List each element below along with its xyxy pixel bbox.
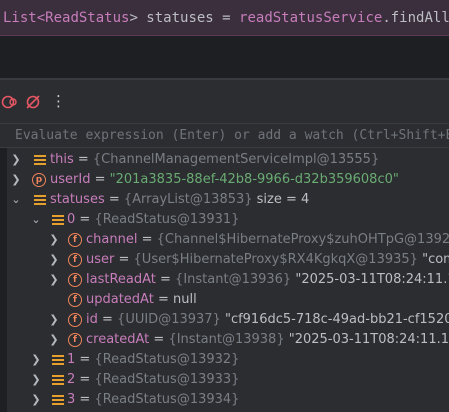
- variable-row-user[interactable]: ❯ f user = {User$HibernateProxy$RX4KgkqX…: [0, 250, 449, 270]
- editor-empty-area: [0, 36, 449, 78]
- variable-row-3[interactable]: ❯ 3 = {ReadStatus@13934}: [0, 390, 449, 410]
- variable-text: 3 = {ReadStatus@13934}: [67, 392, 240, 407]
- parameter-icon: p: [32, 173, 46, 187]
- evaluate-bar: [0, 124, 449, 148]
- editor-code-line[interactable]: List<ReadStatus> statuses = readStatusSe…: [0, 0, 449, 36]
- variable-text: user = {User$HibernateProxy$RX4KgkqX@139…: [86, 252, 449, 267]
- chevron-right-icon[interactable]: ❯: [48, 230, 60, 250]
- chevron-right-icon[interactable]: ❯: [48, 330, 60, 350]
- variable-row-channel[interactable]: ❯ f channel = {Channel$HibernateProxy$zu…: [0, 230, 449, 250]
- variable-text: userId = "201a3835-88ef-42b8-9966-d32b35…: [50, 172, 399, 187]
- variable-row-1[interactable]: ❯ 1 = {ReadStatus@13932}: [0, 350, 449, 370]
- more-icon[interactable]: ⋮: [51, 92, 66, 110]
- chevron-right-icon[interactable]: ❯: [10, 150, 22, 170]
- variable-row-0[interactable]: ⌄ 0 = {ReadStatus@13931}: [0, 210, 449, 230]
- list-icon: [33, 193, 47, 207]
- list-icon: [51, 213, 65, 227]
- variable-text: 0 = {ReadStatus@13931}: [67, 212, 240, 227]
- variable-row-createdat[interactable]: ❯ f createdAt = {Instant@13938} "2025-03…: [0, 330, 449, 350]
- chevron-down-icon[interactable]: ⌄: [10, 190, 22, 210]
- variable-row-statuses[interactable]: ⌄ statuses = {ArrayList@13853} size = 4: [0, 190, 449, 210]
- list-icon: [51, 353, 65, 367]
- editor-type-name: ReadStatus: [45, 10, 130, 26]
- stop-icon[interactable]: [1, 94, 17, 110]
- variable-row-userid[interactable]: ❯ p userId = "201a3835-88ef-42b8-9966-d3…: [0, 170, 449, 190]
- variable-text: updatedAt = null: [86, 292, 197, 307]
- field-icon: f: [68, 273, 82, 287]
- variable-text: createdAt = {Instant@13938} "2025-03-11T…: [86, 332, 449, 347]
- list-icon: [33, 153, 47, 167]
- variable-row-lastreadat[interactable]: ❯ f lastReadAt = {Instant@13936} "2025-0…: [0, 270, 449, 290]
- field-icon: f: [68, 253, 82, 267]
- mute-breakpoints-icon[interactable]: [25, 94, 41, 110]
- variable-text: 2 = {ReadStatus@13933}: [67, 372, 240, 387]
- variable-row-id[interactable]: ❯ f id = {UUID@13937} "cf916dc5-718c-49a…: [0, 310, 449, 330]
- variable-text: id = {UUID@13937} "cf916dc5-718c-49ad-bb…: [86, 312, 449, 327]
- chevron-right-icon[interactable]: ❯: [48, 270, 60, 290]
- field-icon: f: [68, 293, 82, 307]
- field-icon: f: [68, 313, 82, 327]
- list-icon: [51, 393, 65, 407]
- chevron-right-icon[interactable]: ❯: [10, 170, 22, 190]
- variable-text: statuses = {ArrayList@13853} size = 4: [50, 192, 310, 207]
- variables-tree: ❯ this = {ChannelManagementServiceImpl@1…: [0, 148, 449, 412]
- field-icon: f: [68, 333, 82, 347]
- variable-row-updatedat[interactable]: f updatedAt = null: [0, 290, 449, 310]
- editor-type-suffix: > statuses =: [129, 10, 240, 26]
- chevron-right-icon[interactable]: ❯: [30, 390, 42, 410]
- variable-text: 1 = {ReadStatus@13932}: [67, 352, 240, 367]
- list-icon: [51, 373, 65, 387]
- chevron-right-icon[interactable]: ❯: [30, 350, 42, 370]
- field-icon: f: [68, 233, 82, 247]
- chevron-right-icon[interactable]: ❯: [30, 370, 42, 390]
- editor-type-prefix: List<: [3, 10, 46, 26]
- variable-text: channel = {Channel$HibernateProxy$zuhOHT…: [86, 232, 449, 247]
- debug-toolbar: ⋮: [0, 80, 449, 124]
- variable-text: this = {ChannelManagementServiceImpl@135…: [50, 152, 380, 167]
- variable-row-this[interactable]: ❯ this = {ChannelManagementServiceImpl@1…: [0, 150, 449, 170]
- chevron-right-icon[interactable]: ❯: [48, 310, 60, 330]
- editor-service: readStatusService: [239, 10, 383, 26]
- evaluate-expression-input[interactable]: [8, 124, 449, 146]
- chevron-down-icon[interactable]: ⌄: [30, 210, 42, 230]
- chevron-right-icon[interactable]: ❯: [48, 250, 60, 270]
- editor-call: .findAllByU: [382, 10, 449, 26]
- variable-text: lastReadAt = {Instant@13936} "2025-03-11…: [86, 272, 449, 287]
- variable-row-2[interactable]: ❯ 2 = {ReadStatus@13933}: [0, 370, 449, 390]
